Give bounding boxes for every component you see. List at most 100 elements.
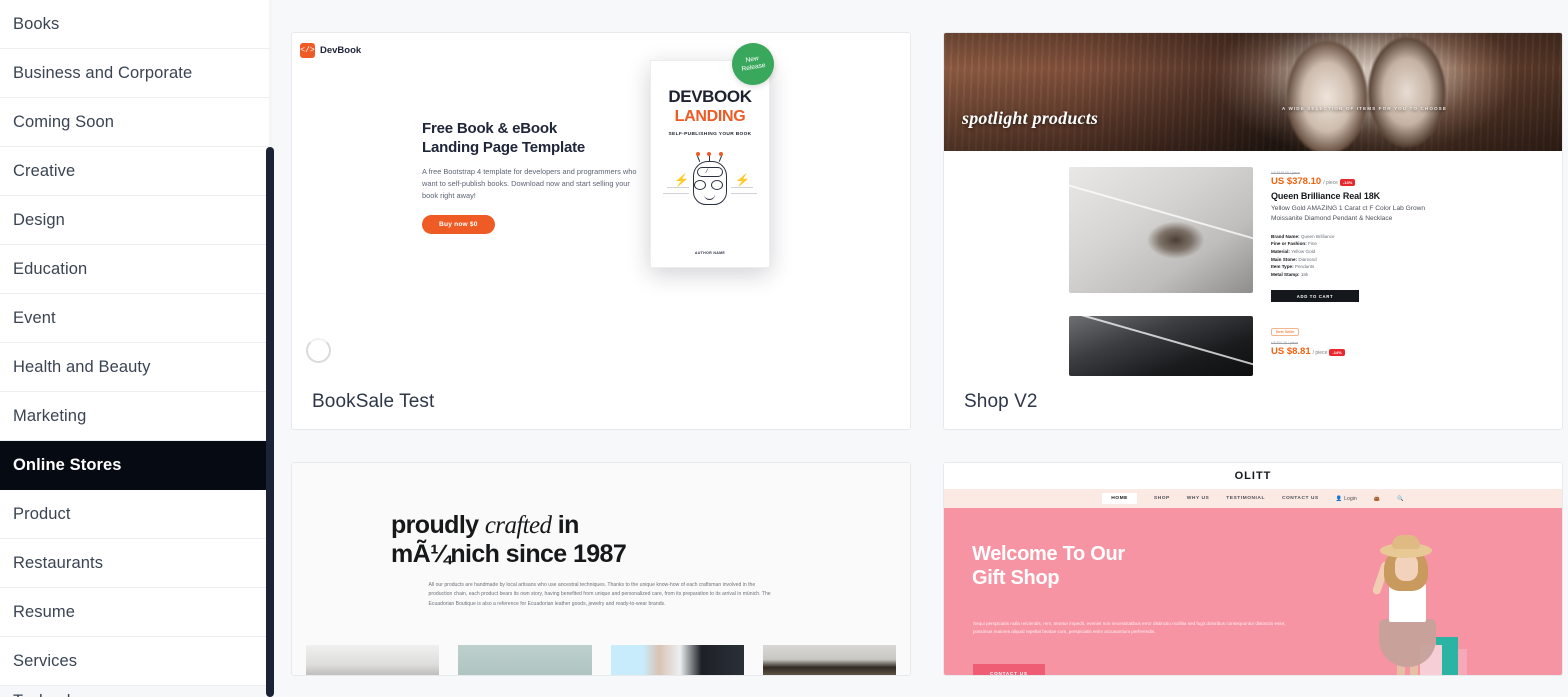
sidebar-item-restaurants[interactable]: Restaurants <box>0 539 269 588</box>
olitt-brand-label: OLITT <box>1234 470 1272 482</box>
book-subtitle: LANDING <box>674 108 746 125</box>
template-grid-area: E-Commerce V2 </> DevBook Free Book & eB… <box>269 0 1568 697</box>
sidebar-item-coming-soon[interactable]: Coming Soon <box>0 98 269 147</box>
card-preview: proudly crafted in mÃ¼nich since 1987 Al… <box>292 463 910 675</box>
nav-item-shop[interactable]: SHOP <box>1154 496 1170 501</box>
product-spec-row: Main Stone: Diamond <box>1271 256 1451 264</box>
sidebar-item-product[interactable]: Product <box>0 490 269 539</box>
olitt-hero-heading: Welcome To Our Gift Shop <box>972 542 1125 591</box>
spec-label: Fine or Fashion: <box>1271 241 1307 247</box>
product-price-unit: / piece <box>1312 350 1328 357</box>
olitt-navbar: HOME SHOP WHY US TESTIMONIAL CONTACT US … <box>944 489 1562 508</box>
crafted-thumbnail-row <box>292 645 910 675</box>
sidebar-item-books[interactable]: Books <box>0 0 269 49</box>
spec-label: Metal Stamp: <box>1271 271 1300 277</box>
spec-value: Diamond <box>1298 256 1317 262</box>
crafted-paragraph: All our products are handmade by local a… <box>428 582 771 607</box>
spec-value: Yellow Gold <box>1291 248 1316 254</box>
heading-post: in <box>551 511 580 539</box>
product-price-row: US $378.10 / piece -13% <box>1271 176 1451 187</box>
product-discount-badge: -14% <box>1329 349 1345 357</box>
template-card-gift-shop[interactable]: OLITT HOME SHOP WHY US TESTIMONIAL CONTA… <box>943 462 1563 676</box>
sidebar-item-services[interactable]: Services <box>0 637 269 686</box>
search-icon[interactable]: 🔍 <box>1397 496 1403 502</box>
sidebar-item-label: Resume <box>13 602 76 621</box>
sidebar-item-event[interactable]: Event <box>0 294 269 343</box>
product-row: Best Seller US $10.26 / piece US $8.81 /… <box>944 302 1562 377</box>
product-row: US $439.65 / piece US $378.10 / piece -1… <box>944 151 1562 303</box>
product-info: Best Seller US $10.26 / piece US $8.81 /… <box>1271 316 1451 376</box>
best-seller-badge: Best Seller <box>1271 328 1300 337</box>
devbook-preview: </> DevBook Free Book & eBook Landing Pa… <box>292 33 910 377</box>
nav-item-testimonial[interactable]: TESTIMONIAL <box>1226 496 1265 501</box>
card-preview: </> DevBook Free Book & eBook Landing Pa… <box>292 33 910 377</box>
book-illustration-icon: ⚡ ⚡ / <box>663 152 757 215</box>
sidebar-item-business-and-corporate[interactable]: Business and Corporate <box>0 49 269 98</box>
nav-item-home[interactable]: HOME <box>1102 493 1137 504</box>
spec-value: Queen Brilliance <box>1300 233 1335 239</box>
template-card-crafted[interactable]: proudly crafted in mÃ¼nich since 1987 Al… <box>291 462 911 676</box>
template-grid: E-Commerce V2 </> DevBook Free Book & eB… <box>291 0 1563 676</box>
spec-label: Material: <box>1271 248 1290 254</box>
template-card-booksale-test[interactable]: </> DevBook Free Book & eBook Landing Pa… <box>291 32 911 430</box>
olitt-hero: Welcome To Our Gift Shop Sequi perspicia… <box>944 508 1562 675</box>
product-discount-badge: -13% <box>1339 179 1356 186</box>
thumbnail-image[interactable] <box>762 645 896 675</box>
spec-label: Item Type: <box>1271 264 1294 270</box>
crafted-heading-line2: mÃ¼nich since 1987 <box>391 540 627 568</box>
thumbnail-image[interactable] <box>610 645 744 675</box>
sidebar-item-technology[interactable]: Technology <box>0 686 269 697</box>
crafted-heading-line1: proudly crafted in <box>391 511 811 540</box>
olitt-contact-button[interactable]: CONTACT US <box>973 664 1045 675</box>
product-spec-row: Brand Name: Queen Brilliance <box>1271 233 1451 241</box>
nav-item-contact-us[interactable]: CONTACT US <box>1282 496 1319 501</box>
bag-product-image <box>1069 316 1253 377</box>
spec-value: Fine <box>1308 241 1317 247</box>
badge-line2: Release <box>741 61 767 73</box>
sidebar-item-education[interactable]: Education <box>0 245 269 294</box>
product-old-price: US $10.26 / piece <box>1271 341 1298 346</box>
sidebar-item-design[interactable]: Design <box>0 196 269 245</box>
olitt-hero-paragraph: Sequi perspiciatis nulla reiciendis, rem… <box>973 621 1286 635</box>
product-price: US $378.10 <box>1271 176 1322 187</box>
devbook-cta-button[interactable]: Buy now $0 <box>422 215 495 235</box>
thumbnail-image[interactable] <box>306 645 440 675</box>
product-name: Queen Brilliance Real 18K <box>1271 191 1381 201</box>
sidebar-item-label: Education <box>13 259 88 278</box>
shopping-bag-icon[interactable]: 👜 <box>1374 496 1380 502</box>
sidebar-item-label: Restaurants <box>13 553 104 572</box>
nav-item-why-us[interactable]: WHY US <box>1187 496 1209 501</box>
hero-heading-line1: Welcome To Our <box>972 543 1125 565</box>
card-preview: spotlight products A WIDE SELECTION OF I… <box>944 33 1562 377</box>
shopper-girl-image <box>1346 533 1467 675</box>
heading-italic: crafted <box>484 512 552 539</box>
sidebar-item-resume[interactable]: Resume <box>0 588 269 637</box>
sidebar-item-label: Online Stores <box>13 455 122 474</box>
sidebar-item-health-and-beauty[interactable]: Health and Beauty <box>0 343 269 392</box>
sidebar-item-marketing[interactable]: Marketing <box>0 392 269 441</box>
devbook-hero: Free Book & eBook Landing Page Template … <box>422 119 647 235</box>
login-control[interactable]: 👤 Login <box>1336 496 1357 502</box>
sidebar-item-label: Books <box>13 14 60 33</box>
shopv2-hero-banner: spotlight products A WIDE SELECTION OF I… <box>944 33 1562 151</box>
sidebar-item-online-stores[interactable]: Online Stores <box>0 441 269 490</box>
sidebar-item-label: Event <box>13 308 56 327</box>
add-to-cart-button[interactable]: ADD TO CART <box>1271 290 1359 303</box>
product-specs: Brand Name: Queen Brilliance Fine or Fas… <box>1271 233 1451 278</box>
sidebar-item-label: Design <box>13 210 65 229</box>
product-spec-row: Metal Stamp: 18k <box>1271 271 1451 279</box>
sidebar-scrollbar-thumb[interactable] <box>266 147 274 697</box>
template-card-shop-v2[interactable]: spotlight products A WIDE SELECTION OF I… <box>943 32 1563 430</box>
thumbnail-image[interactable] <box>458 645 592 675</box>
sidebar-item-label: Business and Corporate <box>13 63 193 82</box>
category-sidebar: Books Business and Corporate Coming Soon… <box>0 0 269 697</box>
sidebar-item-creative[interactable]: Creative <box>0 147 269 196</box>
card-preview: OLITT HOME SHOP WHY US TESTIMONIAL CONTA… <box>944 463 1562 675</box>
product-price-unit: / piece <box>1323 180 1338 186</box>
template-gallery-page: Books Business and Corporate Coming Soon… <box>0 0 1568 697</box>
card-title: BookSale Test <box>312 391 435 412</box>
sidebar-item-label: Technology <box>13 692 97 697</box>
login-label: Login <box>1344 495 1357 502</box>
hero-heading-line2: Gift Shop <box>972 567 1060 590</box>
necklace-product-image <box>1069 167 1253 293</box>
